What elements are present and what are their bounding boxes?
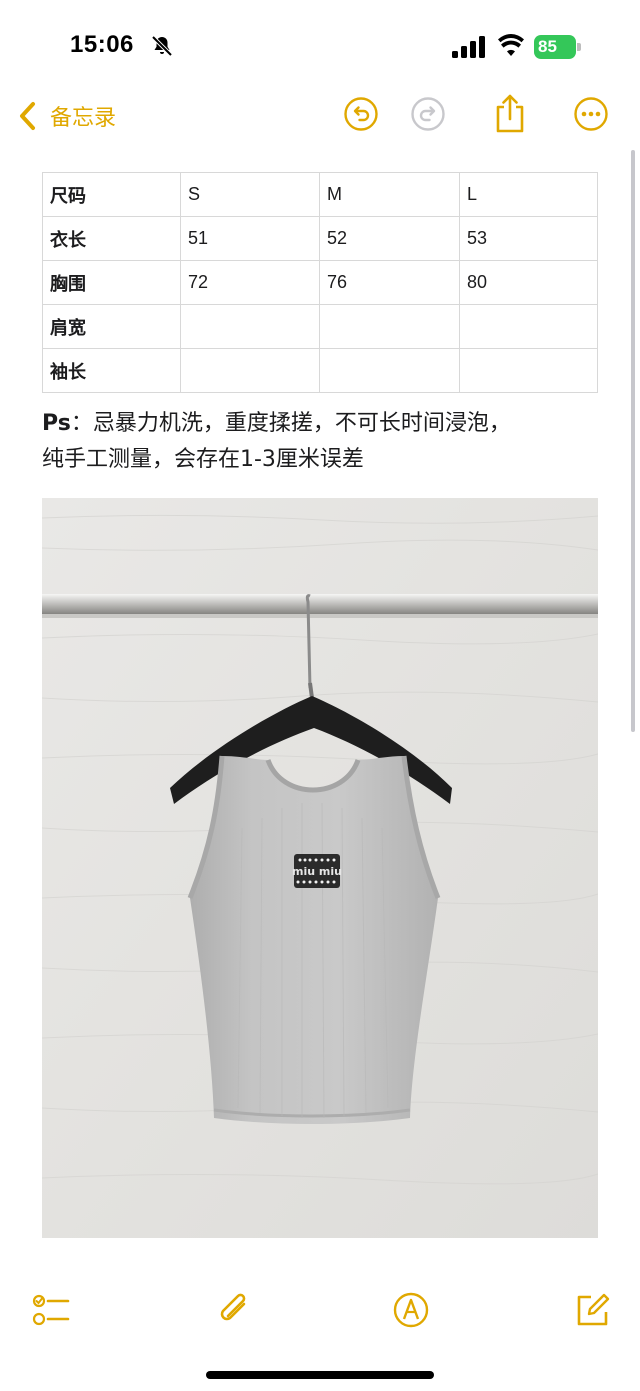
table-cell[interactable] (459, 348, 598, 393)
compose-icon[interactable] (573, 1290, 613, 1330)
table-cell[interactable]: 52 (319, 216, 460, 261)
table-cell[interactable]: M (319, 172, 460, 217)
battery-percent: 85 (538, 37, 557, 56)
scrollbar[interactable] (631, 150, 635, 732)
table-cell[interactable]: 袖长 (42, 348, 181, 393)
battery-level: 85 (534, 35, 576, 59)
back-button[interactable]: 备忘录 (16, 98, 116, 134)
table-cell[interactable]: 肩宽 (42, 304, 181, 349)
table-cell[interactable] (319, 304, 460, 349)
markup-pen-icon[interactable] (391, 1290, 431, 1330)
tank-top-image: miu miu (42, 498, 598, 1238)
table-cell[interactable] (180, 304, 320, 349)
table-cell[interactable]: 53 (459, 216, 598, 261)
paperclip-icon[interactable] (214, 1290, 254, 1330)
bottom-toolbar (0, 1288, 640, 1338)
size-table[interactable]: 尺码 S M L 衣长 51 52 53 胸围 72 76 80 肩宽 袖长 (42, 172, 598, 393)
nav-bar: 备忘录 (0, 86, 640, 146)
home-indicator[interactable] (206, 1371, 434, 1379)
table-cell[interactable]: 76 (319, 260, 460, 305)
wifi-icon (498, 34, 524, 56)
status-time: 15:06 (70, 31, 134, 58)
redo-icon[interactable] (410, 96, 446, 132)
table-cell[interactable] (180, 348, 320, 393)
table-row: 肩宽 (42, 304, 598, 349)
status-bar: 15:06 85 (0, 0, 640, 80)
more-icon[interactable] (573, 96, 609, 132)
table-cell[interactable]: 72 (180, 260, 320, 305)
checklist-icon[interactable] (32, 1290, 72, 1330)
table-cell[interactable]: S (180, 172, 320, 217)
table-cell[interactable] (459, 304, 598, 349)
table-cell[interactable]: 51 (180, 216, 320, 261)
logo-text: miu miu (292, 865, 342, 878)
note-line-1-text: ：忌暴力机洗，重度揉搓，不可长时间浸泡， (70, 411, 511, 436)
note-prefix: Ps (42, 411, 71, 436)
note-line-2: 纯手工测量，会存在1-3厘米误差 (42, 447, 364, 472)
table-header-row: 尺码 S M L (42, 172, 598, 217)
note-text[interactable]: Ps：忌暴力机洗，重度揉搓，不可长时间浸泡， 纯手工测量，会存在1-3厘米误差 (42, 406, 602, 478)
table-row: 胸围 72 76 80 (42, 260, 598, 305)
table-row: 袖长 (42, 348, 598, 393)
undo-icon[interactable] (343, 96, 379, 132)
note-line-1: Ps：忌暴力机洗，重度揉搓，不可长时间浸泡， (42, 406, 602, 442)
table-cell[interactable]: L (459, 172, 598, 217)
battery-tip (577, 43, 581, 51)
table-cell[interactable]: 胸围 (42, 260, 181, 305)
battery-indicator: 85 (534, 35, 582, 59)
table-cell[interactable]: 80 (459, 260, 598, 305)
back-label: 备忘录 (50, 106, 117, 131)
product-photo[interactable]: miu miu (42, 498, 598, 1238)
bell-slash-icon (151, 35, 173, 57)
table-cell[interactable]: 衣长 (42, 216, 181, 261)
table-row: 衣长 51 52 53 (42, 216, 598, 261)
table-cell[interactable]: 尺码 (42, 172, 181, 217)
chevron-left-icon (20, 102, 35, 130)
table-cell[interactable] (319, 348, 460, 393)
cellular-signal-icon (452, 36, 485, 58)
share-icon[interactable] (492, 92, 528, 134)
